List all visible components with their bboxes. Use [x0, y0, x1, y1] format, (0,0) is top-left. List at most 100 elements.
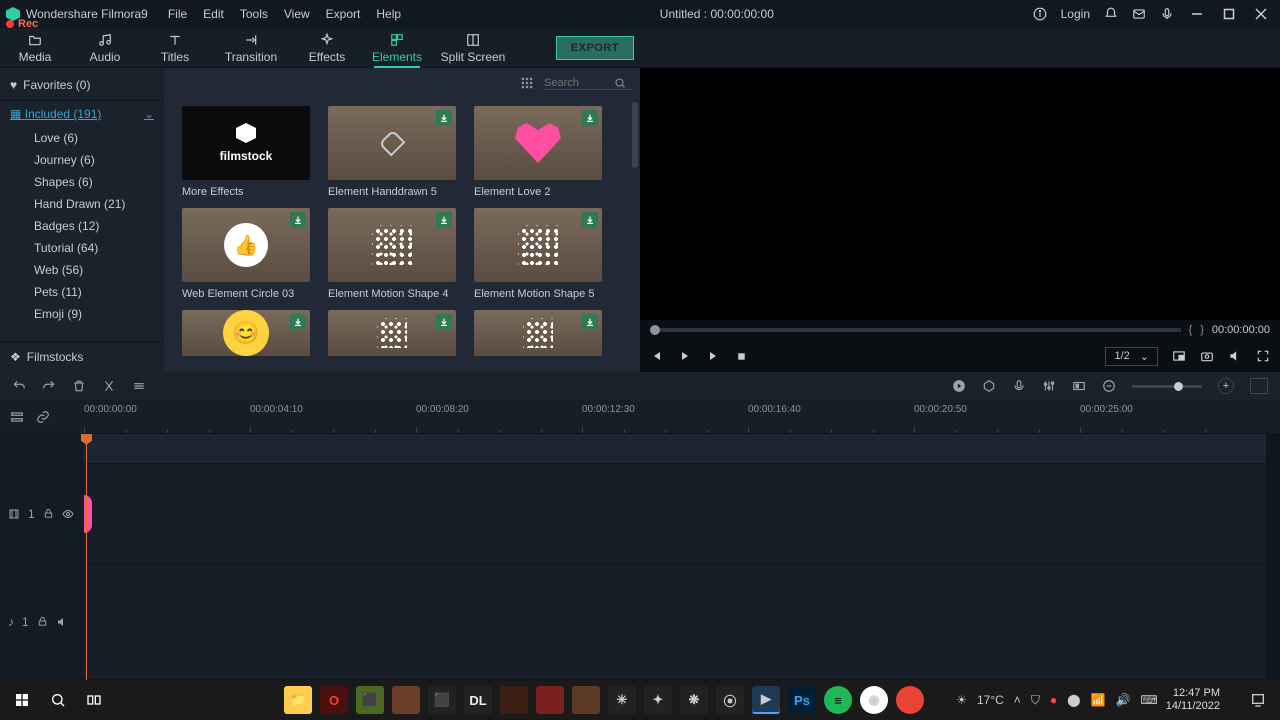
taskbar-app-5[interactable] [536, 686, 564, 714]
lock-icon[interactable] [37, 616, 48, 627]
sidebar-sub-tutorial[interactable]: Tutorial (64) [0, 237, 164, 259]
audio-track-header[interactable]: ♪ 1 [0, 564, 84, 680]
tray-volume-icon[interactable]: 🔊 [1115, 693, 1130, 707]
preview-canvas[interactable] [640, 68, 1280, 320]
video-track-header[interactable]: 1 [0, 464, 84, 564]
export-button[interactable]: EXPORT [556, 36, 634, 60]
taskbar-app-spotify[interactable]: ≡ [824, 686, 852, 714]
tab-effects[interactable]: Effects [292, 33, 362, 67]
download-icon[interactable] [436, 314, 452, 330]
fullscreen-icon[interactable] [1256, 349, 1270, 363]
render-button[interactable] [952, 379, 966, 393]
gallery-scrollbar[interactable] [632, 102, 638, 168]
taskbar-app-3[interactable]: DL [464, 686, 492, 714]
taskbar-clock[interactable]: 12:47 PM 14/11/2022 [1166, 687, 1220, 713]
tray-lang-icon[interactable]: ⌨ [1140, 693, 1157, 707]
sidebar-favorites[interactable]: ♥ Favorites (0) [0, 72, 164, 101]
mark-out-icon[interactable]: } [1200, 324, 1204, 336]
timeline-tracks[interactable] [84, 434, 1280, 680]
tray-wifi-icon[interactable]: 📶 [1091, 693, 1106, 707]
download-icon[interactable] [436, 110, 452, 126]
timeline-ruler[interactable]: 00:00:00:0000:00:04:1000:00:08:2000:00:1… [84, 400, 1280, 433]
info-icon[interactable] [1033, 7, 1047, 21]
zoom-out-button[interactable] [1102, 379, 1116, 393]
task-view[interactable] [80, 686, 108, 714]
record-vo-button[interactable] [1012, 379, 1026, 393]
card-motion-4[interactable]: Element Motion Shape 4 [328, 208, 456, 300]
taskbar-app-chrome[interactable]: ◉ [860, 686, 888, 714]
start-button[interactable] [8, 686, 36, 714]
sidebar-sub-emoji[interactable]: Emoji (9) [0, 303, 164, 325]
system-tray[interactable]: ☀ 17°C ˄ ⛉ ● ⬤ 📶 🔊 ⌨ [956, 693, 1158, 708]
message-icon[interactable] [1132, 7, 1146, 21]
tab-audio[interactable]: Audio [70, 33, 140, 67]
delete-button[interactable] [72, 379, 86, 393]
taskbar-app-opera[interactable]: O [320, 686, 348, 714]
zoom-fit-button[interactable] [1250, 378, 1268, 394]
taskbar-search[interactable] [44, 686, 72, 714]
volume-icon[interactable] [1228, 349, 1242, 363]
tab-media[interactable]: Media [0, 33, 70, 67]
tab-titles[interactable]: Titles [140, 33, 210, 67]
taskbar-app-red[interactable] [896, 686, 924, 714]
card-love-2[interactable]: Element Love 2 [474, 106, 602, 198]
taskbar-app-explorer[interactable]: 📁 [284, 686, 312, 714]
window-close[interactable] [1252, 8, 1270, 20]
taskbar-app-7[interactable]: ✳ [608, 686, 636, 714]
tab-elements[interactable]: Elements [362, 33, 432, 67]
link-icon[interactable] [36, 410, 50, 424]
menu-view[interactable]: View [284, 7, 310, 21]
prev-frame-button[interactable] [650, 349, 664, 363]
card-handdrawn-5[interactable]: Element Handdrawn 5 [328, 106, 456, 198]
tray-icon[interactable]: ⬤ [1067, 693, 1080, 707]
download-icon[interactable] [436, 212, 452, 228]
taskbar-app-6[interactable] [572, 686, 600, 714]
taskbar-app-photoshop[interactable]: Ps [788, 686, 816, 714]
grid-view-icon[interactable] [520, 76, 534, 90]
mark-in-icon[interactable]: { [1189, 324, 1193, 336]
zoom-slider[interactable] [1132, 385, 1202, 388]
tray-chevron-icon[interactable]: ˄ [1014, 693, 1021, 707]
track-manager-icon[interactable] [10, 410, 24, 424]
card-partial-3[interactable] [474, 310, 602, 356]
tab-transition[interactable]: Transition [210, 33, 292, 67]
search-input[interactable] [544, 77, 614, 89]
timeline-vscrollbar[interactable] [1266, 434, 1280, 680]
stop-button[interactable] [734, 349, 748, 363]
menu-help[interactable]: Help [376, 7, 401, 21]
tray-icon[interactable]: ⛉ [1031, 693, 1040, 708]
sidebar-sub-love[interactable]: Love (6) [0, 127, 164, 149]
lock-icon[interactable] [43, 508, 54, 519]
sidebar-sub-web[interactable]: Web (56) [0, 259, 164, 281]
sidebar-sub-handdrawn[interactable]: Hand Drawn (21) [0, 193, 164, 215]
window-maximize[interactable] [1220, 8, 1238, 20]
undo-button[interactable] [12, 379, 26, 393]
snapshot-icon[interactable] [1200, 349, 1214, 363]
login-link[interactable]: Login [1061, 7, 1090, 21]
sidebar-sub-shapes[interactable]: Shapes (6) [0, 171, 164, 193]
taskbar-app-8[interactable]: ✦ [644, 686, 672, 714]
sidebar-sub-pets[interactable]: Pets (11) [0, 281, 164, 303]
taskbar-app-1[interactable] [392, 686, 420, 714]
menu-tools[interactable]: Tools [240, 7, 268, 21]
sidebar-filmstocks[interactable]: ❖ Filmstocks [0, 341, 164, 372]
menu-file[interactable]: File [168, 7, 187, 21]
tray-icon[interactable]: ● [1050, 693, 1057, 707]
preview-quality-select[interactable]: 1/2 ⌄ [1105, 347, 1158, 366]
download-icon[interactable] [290, 212, 306, 228]
playhead-line[interactable] [86, 434, 87, 680]
card-partial-2[interactable] [328, 310, 456, 356]
notification-center[interactable] [1244, 686, 1272, 714]
sidebar-sub-badges[interactable]: Badges (12) [0, 215, 164, 237]
crop-button[interactable] [132, 379, 146, 393]
sidebar-sub-journey[interactable]: Journey (6) [0, 149, 164, 171]
sidebar-included[interactable]: ▦ Included (191) ⌄ [0, 101, 164, 127]
zoom-in-button[interactable]: + [1218, 378, 1234, 394]
play-button[interactable] [678, 349, 692, 363]
download-icon[interactable] [582, 110, 598, 126]
download-icon[interactable] [582, 212, 598, 228]
card-motion-5[interactable]: Element Motion Shape 5 [474, 208, 602, 300]
menu-export[interactable]: Export [326, 7, 361, 21]
eye-icon[interactable] [62, 508, 74, 520]
download-icon[interactable] [290, 314, 306, 330]
